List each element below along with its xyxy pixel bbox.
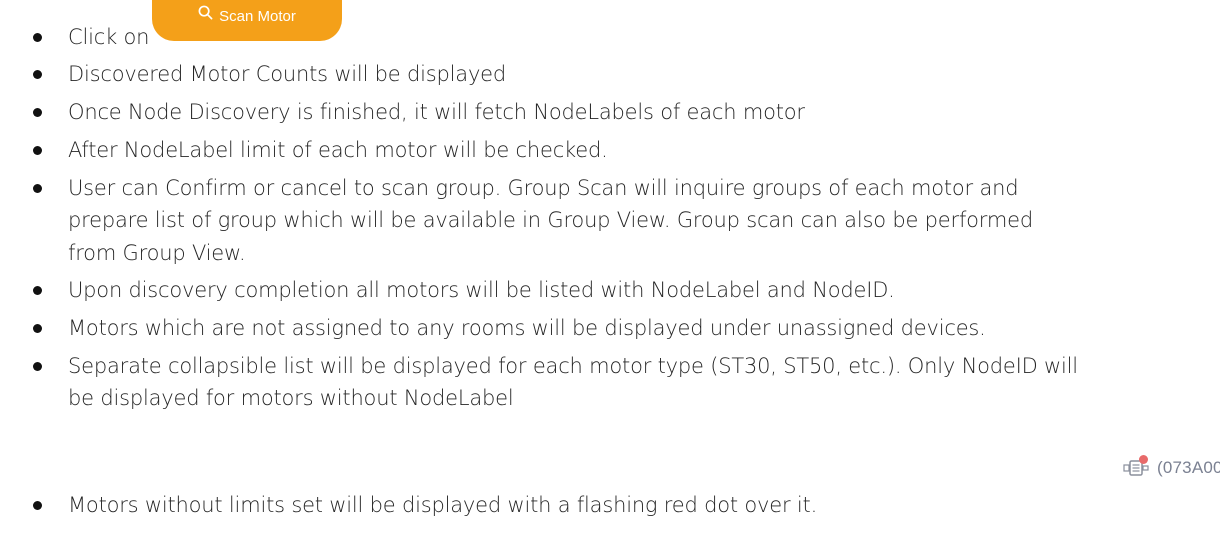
search-icon (198, 0, 213, 32)
list-item-text: After NodeLabel limit of each motor will… (68, 138, 608, 162)
list-item-text: be displayed for motors without NodeLabe… (68, 386, 514, 410)
bullet-dot (33, 108, 42, 117)
list-item-text: prepare list of group which will be avai… (68, 208, 1033, 232)
list-item-text: Upon discovery completion all motors wil… (68, 278, 895, 302)
list-item-text: Motors without limits set will be displa… (68, 493, 818, 517)
bullet-dot (33, 33, 42, 42)
flashing-red-dot (1139, 455, 1148, 464)
bullet-dot (33, 184, 42, 193)
bullet-dot (33, 286, 42, 295)
bullet-dot (33, 362, 42, 371)
motor-example: (073A00) (1123, 455, 1220, 481)
list-item-text: Click on (68, 25, 150, 49)
bullet-dot (33, 324, 42, 333)
list-item-text: Separate collapsible list will be displa… (68, 354, 1078, 378)
node-id-label: (073A00) (1157, 458, 1220, 477)
list-item-text: Once Node Discovery is finished, it will… (68, 100, 805, 124)
document-page: Scan Motor Click on Discovered Motor Cou… (0, 0, 1220, 537)
scan-motor-button[interactable]: Scan Motor (152, 0, 342, 41)
motor-icon (1123, 455, 1149, 479)
list-item-text: from Group View. (68, 241, 246, 265)
bullet-dot (33, 501, 42, 510)
scan-motor-label: Scan Motor (219, 8, 296, 25)
bullet-dot (33, 146, 42, 155)
list-item-text: Discovered Motor Counts will be displaye… (68, 62, 507, 86)
list-item-text: Motors which are not assigned to any roo… (68, 316, 986, 340)
list-item-text: User can Confirm or cancel to scan group… (68, 176, 1019, 200)
bullet-dot (33, 70, 42, 79)
